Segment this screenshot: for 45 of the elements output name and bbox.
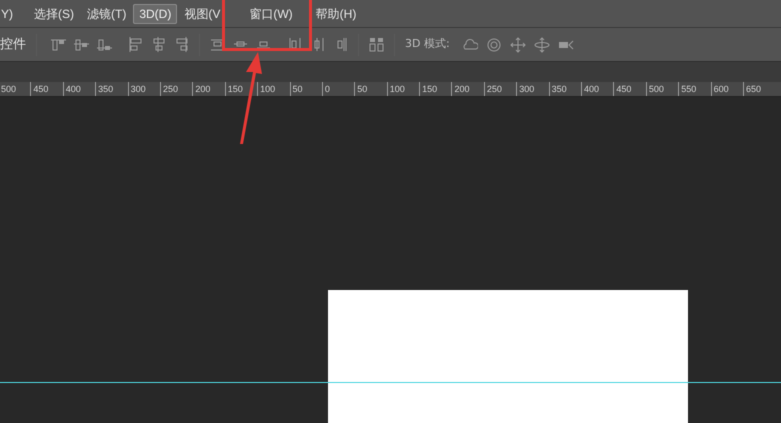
ruler-label: 150 bbox=[228, 83, 243, 96]
ruler-label: 0 bbox=[324, 83, 330, 96]
ruler-label: 400 bbox=[66, 83, 81, 96]
ruler-label: 100 bbox=[260, 83, 276, 96]
align-icon[interactable] bbox=[151, 37, 166, 52]
ruler-label: 350 bbox=[552, 83, 567, 96]
align-icon[interactable] bbox=[74, 37, 89, 52]
menu-item[interactable]: 视图(V bbox=[178, 4, 226, 24]
align-icon[interactable] bbox=[51, 37, 66, 52]
ruler-label: 600 bbox=[714, 83, 729, 96]
align-icon[interactable] bbox=[210, 37, 225, 52]
ruler-label: 500 bbox=[648, 83, 664, 96]
ruler-label: 300 bbox=[130, 83, 146, 96]
ruler-label: 50 bbox=[292, 83, 303, 96]
rotate-icon[interactable] bbox=[486, 36, 502, 52]
ruler-label: 450 bbox=[33, 83, 48, 96]
menu-item[interactable]: 3D(D) bbox=[133, 4, 178, 24]
align-icon[interactable] bbox=[128, 37, 143, 52]
ruler-label: 300 bbox=[519, 83, 534, 96]
ruler-label: 100 bbox=[390, 83, 405, 96]
menu-item[interactable]: 窗口(W) bbox=[243, 4, 299, 24]
ruler-label: 150 bbox=[422, 83, 438, 96]
ruler-label: 200 bbox=[195, 83, 210, 96]
move-cross-icon[interactable] bbox=[510, 36, 526, 52]
ruler-label: 250 bbox=[486, 83, 502, 96]
ruler-label: 400 bbox=[584, 83, 600, 96]
align-icon[interactable] bbox=[174, 37, 189, 52]
menu-item[interactable]: Y) bbox=[0, 4, 19, 24]
ruler-label: 650 bbox=[746, 83, 762, 96]
ruler-label: 250 bbox=[162, 83, 178, 96]
options-label: 控件 bbox=[0, 36, 26, 54]
mode-label: 3D 模式: bbox=[405, 36, 450, 52]
align-icon[interactable] bbox=[97, 37, 112, 52]
cloud-icon[interactable] bbox=[462, 36, 478, 52]
menu-item[interactable]: 滤镜(T) bbox=[81, 4, 132, 24]
ruler-label: 550 bbox=[681, 83, 696, 96]
menu-item[interactable]: 帮助(H) bbox=[310, 4, 362, 24]
distribute-icon[interactable] bbox=[369, 37, 384, 52]
ruler-label: 500 bbox=[1, 83, 16, 96]
menu-item[interactable]: 选择(S) bbox=[28, 4, 80, 24]
ruler-label: 200 bbox=[454, 83, 470, 96]
ruler-label: 450 bbox=[616, 83, 632, 96]
slide-arrows-icon[interactable] bbox=[534, 36, 550, 52]
ruler-label: 350 bbox=[98, 83, 114, 96]
ruler-label: 50 bbox=[357, 83, 368, 96]
